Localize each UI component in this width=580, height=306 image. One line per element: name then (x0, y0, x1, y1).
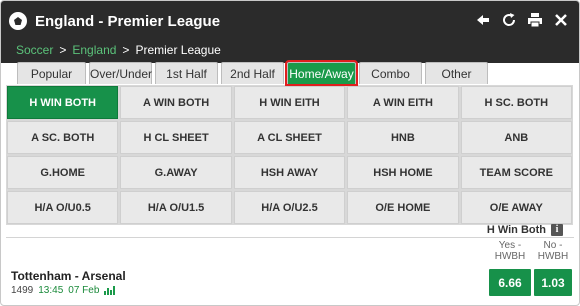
refresh-icon[interactable] (501, 12, 517, 28)
breadcrumb-soccer[interactable]: Soccer (16, 43, 53, 57)
market-oe-away[interactable]: O/E AWAY (460, 191, 572, 224)
market-a-cl-sheet[interactable]: A CL SHEET (233, 121, 346, 154)
market-panel-header: H Win Both i (487, 224, 563, 236)
tab-other[interactable]: Other (425, 62, 488, 84)
market-h-cl-sheet[interactable]: H CL SHEET (120, 121, 232, 154)
event-date: 07 Feb (68, 285, 100, 296)
column-header-yes-line1: Yes - (498, 240, 522, 251)
tab-home-away[interactable]: Home/Away (285, 60, 358, 86)
market-hsh-home[interactable]: HSH HOME (347, 156, 459, 189)
breadcrumb-england[interactable]: England (72, 43, 116, 57)
divider (6, 237, 574, 238)
breadcrumb: Soccer > England > Premier League (16, 43, 221, 57)
coupon-window: England - Premier League Soccer > Englan… (0, 0, 580, 306)
market-hnb[interactable]: HNB (347, 121, 459, 154)
market-g-away[interactable]: G.AWAY (120, 156, 232, 189)
print-icon[interactable] (527, 12, 543, 28)
market-panel-title: H Win Both (486, 224, 546, 236)
tab-over-under[interactable]: Over/Under (89, 62, 152, 84)
soccer-ball-icon (9, 12, 27, 30)
column-header-no-line1: No - (543, 240, 563, 251)
column-header-yes: Yes - HWBH (488, 240, 532, 262)
breadcrumb-separator: > (122, 43, 130, 57)
event-id: 1499 (11, 285, 34, 296)
market-team-score[interactable]: TEAM SCORE (460, 156, 572, 189)
market-h-win-both[interactable]: H WIN BOTH (7, 86, 119, 119)
odds-button-yes[interactable]: 6.66 (489, 269, 531, 296)
market-a-sc-both[interactable]: A SC. BOTH (7, 121, 119, 154)
market-h-sc-both[interactable]: H SC. BOTH (460, 86, 572, 119)
market-a-win-both[interactable]: A WIN BOTH (120, 86, 232, 119)
market-h-win-eith[interactable]: H WIN EITH (233, 86, 346, 119)
market-g-home[interactable]: G.HOME (7, 156, 119, 189)
market-anb[interactable]: ANB (460, 121, 572, 154)
event-meta: 1499 13:45 07 Feb (11, 285, 116, 296)
breadcrumb-current: Premier League (135, 43, 221, 57)
market-a-win-eith[interactable]: A WIN EITH (347, 86, 459, 119)
back-arrow-icon[interactable] (475, 12, 491, 28)
market-tabs: Popular Over/Under 1st Half 2nd Half Hom… (17, 60, 488, 86)
market-h-a-ou-0-5[interactable]: H/A O/U0.5 (7, 191, 119, 224)
column-header-no: No - HWBH (534, 240, 572, 262)
odds-button-no[interactable]: 1.03 (534, 269, 572, 296)
page-title: England - Premier League (35, 12, 221, 30)
close-icon[interactable] (553, 12, 569, 28)
event-time: 13:45 (38, 285, 64, 296)
stats-icon[interactable] (104, 286, 116, 295)
market-h-a-ou-1-5[interactable]: H/A O/U1.5 (120, 191, 232, 224)
tab-combo[interactable]: Combo (359, 62, 422, 84)
breadcrumb-separator: > (59, 43, 67, 57)
window-header: England - Premier League Soccer > Englan… (1, 1, 579, 63)
market-hsh-away[interactable]: HSH AWAY (233, 156, 346, 189)
toolbar (475, 12, 569, 28)
market-grid: H WIN BOTH A WIN BOTH H WIN EITH A WIN E… (6, 85, 573, 225)
market-h-a-ou-2-5[interactable]: H/A O/U2.5 (233, 191, 346, 224)
info-icon[interactable]: i (551, 224, 563, 236)
tab-1st-half[interactable]: 1st Half (155, 62, 218, 84)
event-name[interactable]: Tottenham - Arsenal (11, 269, 126, 283)
tab-popular[interactable]: Popular (17, 62, 86, 84)
title-row: England - Premier League (9, 10, 220, 32)
tab-2nd-half[interactable]: 2nd Half (221, 62, 284, 84)
column-header-no-line2: HWBH (537, 251, 569, 262)
market-oe-home[interactable]: O/E HOME (347, 191, 459, 224)
column-header-yes-line2: HWBH (494, 251, 526, 262)
